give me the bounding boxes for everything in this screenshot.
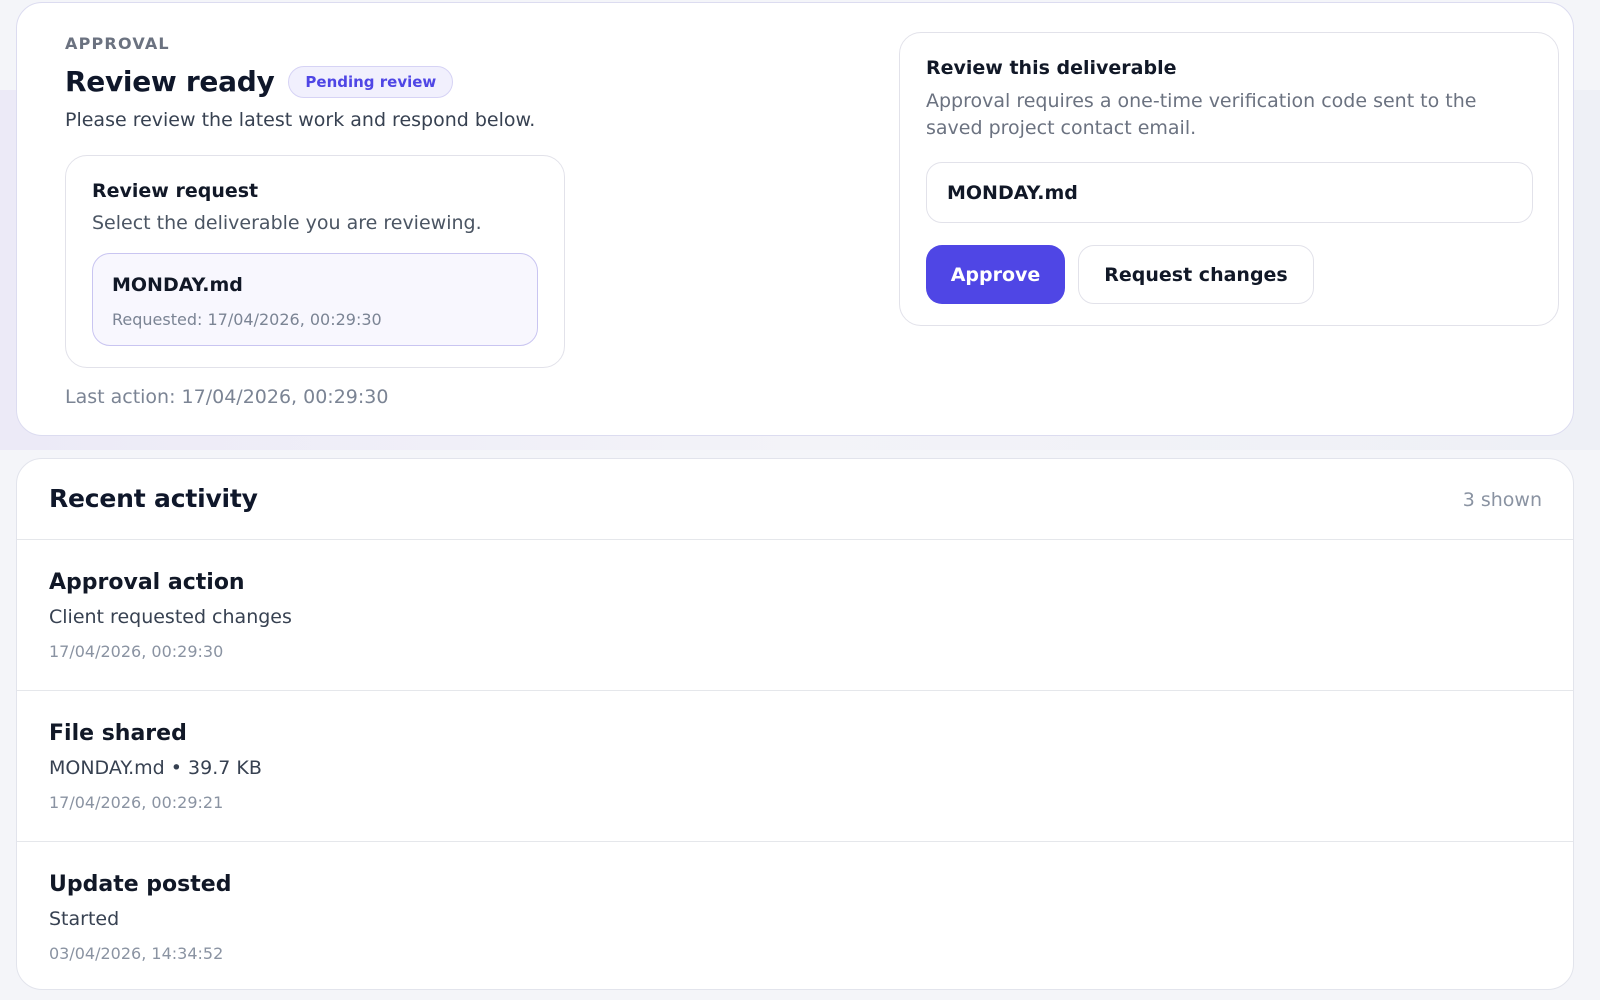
activity-item: Approval action Client requested changes… xyxy=(17,540,1573,691)
activity-count: 3 shown xyxy=(1462,489,1542,511)
page-title: Review ready xyxy=(65,65,275,98)
review-deliverable-description: Approval requires a one-time verificatio… xyxy=(926,90,1477,139)
deliverable-input[interactable] xyxy=(926,162,1533,223)
review-request-title: Review request xyxy=(92,180,259,202)
activity-item: File shared MONDAY.md • 39.7 KB 17/04/20… xyxy=(17,691,1573,842)
title-row: Review ready Pending review xyxy=(65,65,454,98)
status-badge: Pending review xyxy=(288,65,454,98)
request-changes-button[interactable]: Request changes xyxy=(1078,245,1314,304)
activity-item-timestamp: 17/04/2026, 00:29:30 xyxy=(49,642,224,661)
review-deliverable-panel: Review this deliverable Approval require… xyxy=(899,32,1559,326)
activity-item-timestamp: 03/04/2026, 14:34:52 xyxy=(49,944,224,963)
deliverable-option-requested-date: Requested: 17/04/2026, 00:29:30 xyxy=(112,310,382,329)
activity-title: Recent activity xyxy=(49,484,258,513)
section-eyebrow: APPROVAL xyxy=(65,34,170,53)
activity-item-detail: Started xyxy=(49,908,120,930)
review-request-panel: Review request Select the deliverable yo… xyxy=(65,155,565,368)
activity-item-timestamp: 17/04/2026, 00:29:21 xyxy=(49,793,224,812)
deliverable-option-name: MONDAY.md xyxy=(112,274,243,296)
review-deliverable-title: Review this deliverable xyxy=(926,57,1177,79)
last-action-timestamp: Last action: 17/04/2026, 00:29:30 xyxy=(65,386,389,408)
activity-header: Recent activity 3 shown xyxy=(17,459,1573,540)
activity-item-title: File shared xyxy=(49,721,187,746)
activity-item: Update posted Started 03/04/2026, 14:34:… xyxy=(17,842,1573,989)
recent-activity-card: Recent activity 3 shown Approval action … xyxy=(16,458,1574,990)
activity-item-title: Approval action xyxy=(49,570,245,595)
page-subtitle: Please review the latest work and respon… xyxy=(65,109,536,131)
activity-item-title: Update posted xyxy=(49,872,232,897)
approve-button[interactable]: Approve xyxy=(926,245,1065,304)
deliverable-option-selected[interactable]: MONDAY.md Requested: 17/04/2026, 00:29:3… xyxy=(92,253,538,346)
review-request-subtitle: Select the deliverable you are reviewing… xyxy=(92,212,482,234)
approval-card: APPROVAL Review ready Pending review Ple… xyxy=(16,2,1574,436)
activity-item-detail: Client requested changes xyxy=(49,606,292,628)
activity-item-detail: MONDAY.md • 39.7 KB xyxy=(49,757,262,779)
